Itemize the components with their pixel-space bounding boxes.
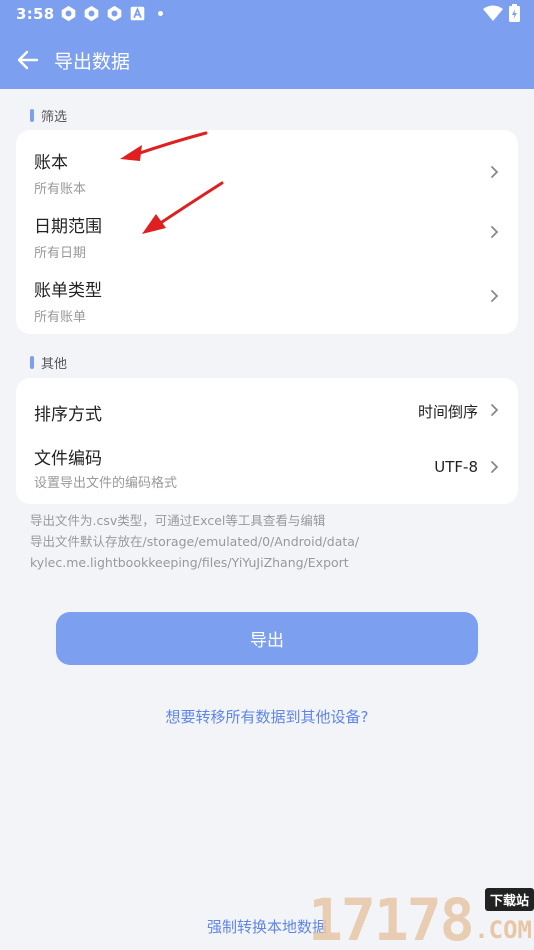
sort-order-title: 排序方式 — [34, 405, 102, 425]
app-notification-icon — [61, 5, 76, 22]
filter-item-subtitle: 所有账本 — [34, 182, 87, 197]
note-line: kylec.me.lightbookkeeping/files/YiYuJiZh… — [30, 555, 349, 570]
filter-item-title: 账本 — [34, 153, 68, 173]
status-time: 3:58 — [16, 5, 55, 23]
chevron-right-icon — [491, 461, 499, 473]
filter-item-ledger[interactable]: 账本 所有账本 — [16, 134, 518, 198]
sort-order-item[interactable]: 排序方式 时间倒序 — [16, 386, 518, 434]
filter-item-bill-type[interactable]: 账单类型 所有账单 — [16, 262, 518, 328]
app-bar: 导出数据 — [0, 38, 534, 82]
sort-order-value: 时间倒序 — [417, 403, 478, 421]
export-note: 导出文件为.csv类型，可通过Excel等工具查看与编辑 导出文件默认存放在/s… — [30, 510, 510, 573]
back-button[interactable] — [12, 44, 44, 76]
watermark-badge: 下载站 — [484, 888, 534, 911]
filter-item-title: 账单类型 — [34, 281, 102, 301]
watermark-com: .COM — [474, 916, 532, 944]
filter-item-subtitle: 所有账单 — [34, 310, 87, 325]
a-box-icon — [130, 6, 145, 21]
watermark-logo: 17178 下载站 .COM — [308, 886, 534, 950]
arrow-left-icon — [17, 50, 39, 70]
filter-card: 账本 所有账本 日期范围 所有日期 账单类型 所有账单 — [16, 130, 518, 334]
filter-item-subtitle: 所有日期 — [34, 246, 87, 261]
status-notification-icons — [60, 5, 163, 22]
watermark-digits: 17178 — [308, 886, 475, 950]
file-encoding-subtitle: 设置导出文件的编码格式 — [34, 476, 178, 491]
chevron-right-icon — [491, 290, 499, 302]
file-encoding-value: UTF-8 — [434, 458, 478, 476]
section-marker — [30, 356, 34, 369]
status-bar: 3:58 — [0, 0, 534, 28]
section-marker — [30, 109, 34, 122]
note-line: 导出文件为.csv类型，可通过Excel等工具查看与编辑 — [30, 513, 326, 528]
transfer-data-link[interactable]: 想要转移所有数据到其他设备? — [0, 706, 534, 727]
filter-item-title: 日期范围 — [34, 217, 102, 237]
other-card: 排序方式 时间倒序 文件编码 设置导出文件的编码格式 UTF-8 — [16, 378, 518, 504]
filter-section-label: 筛选 — [30, 106, 67, 125]
wifi-icon — [483, 5, 503, 21]
status-system-icons — [483, 4, 520, 22]
file-encoding-title: 文件编码 — [34, 449, 102, 469]
dot-icon — [158, 11, 163, 16]
chevron-right-icon — [491, 166, 499, 178]
export-button[interactable]: 导出 — [56, 612, 478, 665]
other-section-title: 其他 — [41, 357, 68, 372]
note-line: 导出文件默认存放在/storage/emulated/0/Android/dat… — [30, 534, 360, 549]
page-title: 导出数据 — [54, 51, 131, 73]
app-notification-icon — [84, 5, 99, 22]
filter-section-title: 筛选 — [41, 110, 68, 125]
battery-charging-icon — [509, 4, 520, 22]
app-notification-icon — [107, 5, 122, 22]
chevron-right-icon — [491, 226, 499, 238]
other-section-label: 其他 — [30, 353, 67, 372]
filter-item-date-range[interactable]: 日期范围 所有日期 — [16, 198, 518, 262]
chevron-right-icon — [491, 404, 499, 416]
file-encoding-item[interactable]: 文件编码 设置导出文件的编码格式 UTF-8 — [16, 436, 518, 500]
